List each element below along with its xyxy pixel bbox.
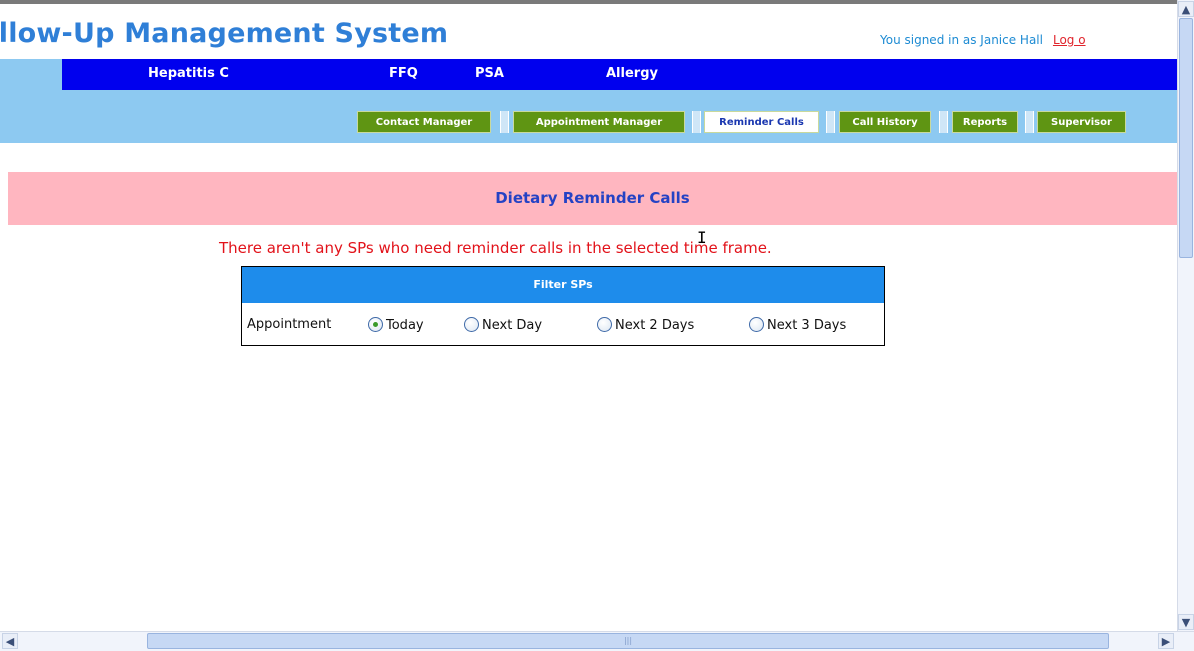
logout-link[interactable]: Log o — [1053, 33, 1086, 47]
radio-next-2-days[interactable]: Next 2 Days — [597, 317, 694, 333]
radio-next-2-days-label: Next 2 Days — [615, 318, 695, 333]
filter-panel: Filter SPs — [241, 266, 885, 346]
radio-next-day[interactable]: Next Day — [464, 317, 542, 333]
no-results-message: There aren't any SPs who need reminder c… — [219, 239, 772, 257]
radio-checked-icon[interactable] — [368, 317, 383, 332]
scroll-left-icon[interactable]: ◀ — [2, 633, 18, 649]
vertical-scroll-thumb[interactable] — [1179, 18, 1193, 258]
app-title-text: ollow-Up Management System — [0, 18, 449, 49]
radio-unchecked-icon[interactable] — [597, 317, 612, 332]
nav-item-ffq[interactable]: FFQ — [389, 66, 418, 81]
radio-today-label: Today — [386, 318, 424, 333]
radio-today[interactable]: Today — [368, 317, 424, 333]
tab-reports[interactable]: Reports — [952, 111, 1018, 133]
scroll-down-icon[interactable]: ▼ — [1178, 614, 1194, 630]
window-top-border — [0, 0, 1177, 4]
user-status: You signed in as Janice Hall Log o — [880, 33, 1177, 55]
filter-panel-header: Filter SPs — [242, 267, 884, 303]
radio-next-3-days[interactable]: Next 3 Days — [749, 317, 846, 333]
radio-next-day-label: Next Day — [482, 318, 543, 333]
tab-reminder-calls[interactable]: Reminder Calls — [704, 111, 819, 133]
horizontal-scroll-thumb[interactable]: ||| — [147, 633, 1109, 649]
page-title: Dietary Reminder Calls — [8, 172, 1177, 225]
tab-contact-manager[interactable]: Contact Manager — [357, 111, 491, 133]
tab-separator — [1025, 111, 1034, 133]
tab-separator — [500, 111, 509, 133]
signed-in-text: You signed in as Janice Hall — [880, 33, 1043, 47]
tab-appointment-manager[interactable]: Appointment Manager — [513, 111, 685, 133]
radio-next-3-days-label: Next 3 Days — [767, 318, 847, 333]
nav-item-hepatitis-c[interactable]: Hepatitis C — [148, 66, 229, 81]
tab-supervisor[interactable]: Supervisor — [1037, 111, 1126, 133]
text-cursor-icon: I — [697, 228, 707, 247]
app-title: ollow-Up Management System — [0, 18, 560, 56]
nav-item-allergy[interactable]: Allergy — [606, 66, 658, 81]
radio-unchecked-icon[interactable] — [749, 317, 764, 332]
tab-separator — [826, 111, 835, 133]
radio-unchecked-icon[interactable] — [464, 317, 479, 332]
scroll-right-icon[interactable]: ▶ — [1158, 633, 1174, 649]
nav-item-psa[interactable]: PSA — [475, 66, 504, 81]
scroll-up-icon[interactable]: ▲ — [1178, 1, 1194, 17]
tab-separator — [939, 111, 948, 133]
appointment-label: Appointment — [247, 317, 332, 332]
tab-separator — [692, 111, 701, 133]
tab-call-history[interactable]: Call History — [839, 111, 931, 133]
